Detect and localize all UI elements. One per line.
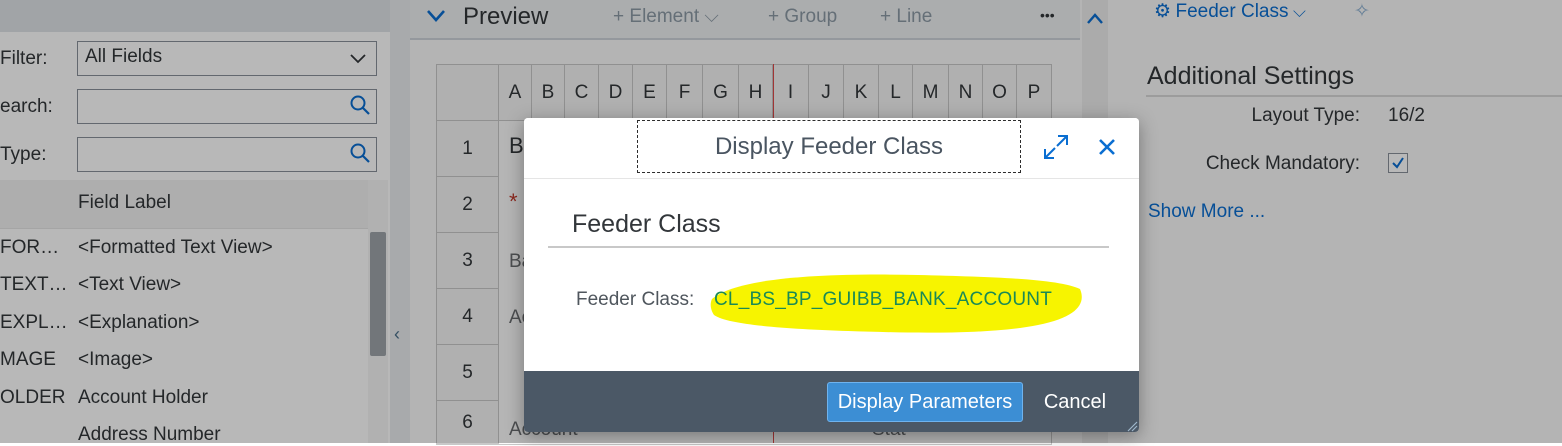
display-parameters-button[interactable]: Display Parameters xyxy=(827,382,1023,422)
close-icon[interactable] xyxy=(1098,138,1116,156)
expand-icon[interactable] xyxy=(1043,134,1069,160)
feeder-class-value[interactable]: CL_BS_BP_GUIBB_BANK_ACCOUNT xyxy=(714,289,1052,311)
section-divider xyxy=(548,246,1109,248)
feeder-class-label: Feeder Class: xyxy=(576,289,695,310)
feeder-class-section-title: Feeder Class xyxy=(572,210,721,238)
dialog-title: Display Feeder Class xyxy=(637,120,1021,173)
resize-handle-icon[interactable] xyxy=(1124,418,1138,432)
display-feeder-class-dialog: Display Feeder Class Feeder Class Feeder… xyxy=(524,118,1139,432)
cancel-button[interactable]: Cancel xyxy=(1029,382,1121,422)
